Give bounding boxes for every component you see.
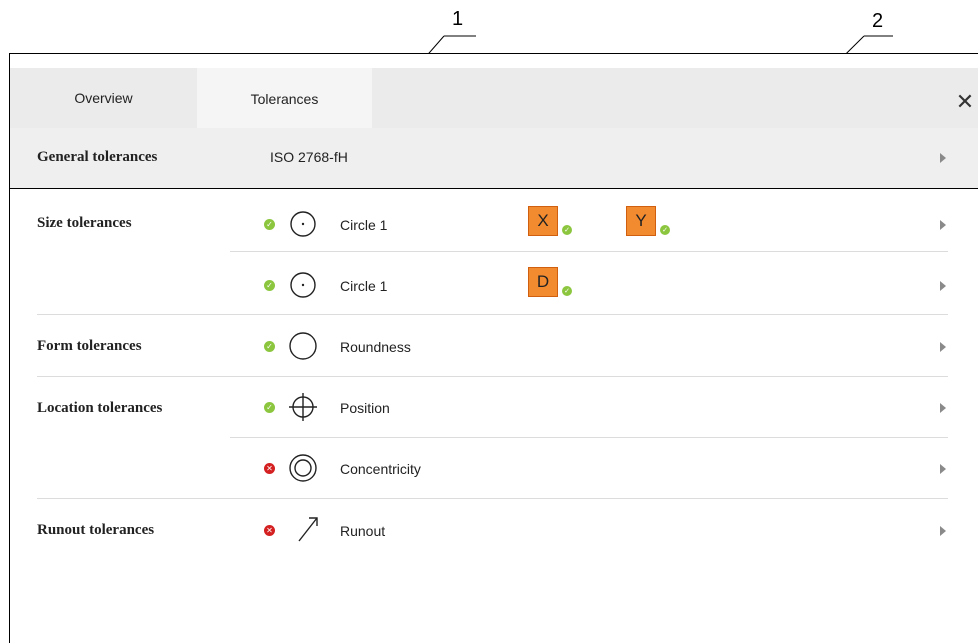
callout-1: 1 bbox=[452, 8, 464, 30]
circle-center-icon bbox=[290, 272, 316, 298]
tab-overview[interactable]: Overview bbox=[10, 68, 197, 128]
feature-name: Roundness bbox=[340, 339, 411, 355]
status-ok-icon: ✓ bbox=[264, 341, 275, 352]
concentricity-icon bbox=[289, 454, 317, 482]
size-tolerance-row-1[interactable]: Size tolerances ✓ Circle 1 X ✓ Y ✓ bbox=[10, 189, 978, 251]
runout-tolerance-row[interactable]: Runout tolerances ✕ Runout bbox=[10, 499, 978, 561]
chevron-right-icon bbox=[940, 342, 946, 352]
form-tolerances-label: Form tolerances bbox=[37, 338, 142, 354]
status-ok-icon: ✓ bbox=[562, 286, 572, 296]
chevron-right-icon bbox=[940, 464, 946, 474]
general-tolerances-label: General tolerances bbox=[37, 149, 158, 165]
location-tolerances-label: Location tolerances bbox=[37, 400, 163, 416]
status-ok-icon: ✓ bbox=[562, 225, 572, 235]
chevron-right-icon bbox=[940, 403, 946, 413]
feature-name: Runout bbox=[340, 523, 386, 539]
close-icon[interactable]: ✕ bbox=[953, 89, 977, 114]
status-error-icon: ✕ bbox=[264, 525, 275, 536]
tolerances-panel: Overview Tolerances ✕ General tolerances… bbox=[9, 53, 978, 643]
general-tolerances-row[interactable]: General tolerances ISO 2768-fH bbox=[10, 128, 978, 189]
position-icon bbox=[289, 393, 317, 421]
circle-center-icon bbox=[290, 211, 316, 237]
feature-name: Position bbox=[340, 400, 390, 416]
tab-bar: Overview Tolerances ✕ bbox=[10, 68, 978, 130]
chevron-right-icon bbox=[940, 153, 946, 163]
size-tolerances-label: Size tolerances bbox=[37, 215, 132, 231]
feature-name: Concentricity bbox=[340, 461, 421, 477]
status-ok-icon: ✓ bbox=[264, 402, 275, 413]
chevron-right-icon bbox=[940, 220, 946, 230]
chevron-right-icon bbox=[940, 281, 946, 291]
status-ok-icon: ✓ bbox=[264, 219, 275, 230]
feature-name: Circle 1 bbox=[340, 217, 388, 233]
location-tolerance-row-1[interactable]: Location tolerances ✓ Position bbox=[10, 377, 978, 437]
feature-name: Circle 1 bbox=[340, 278, 388, 294]
status-ok-icon: ✓ bbox=[660, 225, 670, 235]
form-tolerance-row[interactable]: Form tolerances ✓ Roundness bbox=[10, 315, 978, 377]
roundness-icon bbox=[289, 332, 317, 360]
axis-x-badge: X bbox=[528, 206, 558, 236]
location-tolerance-row-2[interactable]: ✕ Concentricity bbox=[10, 438, 978, 498]
status-error-icon: ✕ bbox=[264, 463, 275, 474]
size-tolerance-row-2[interactable]: ✓ Circle 1 D ✓ bbox=[10, 252, 978, 314]
chevron-right-icon bbox=[940, 526, 946, 536]
axis-d-badge: D bbox=[528, 267, 558, 297]
runout-icon bbox=[298, 517, 318, 542]
general-tolerances-value: ISO 2768-fH bbox=[270, 149, 348, 165]
axis-y-badge: Y bbox=[626, 206, 656, 236]
status-ok-icon: ✓ bbox=[264, 280, 275, 291]
runout-tolerances-label: Runout tolerances bbox=[37, 522, 155, 538]
tab-tolerances[interactable]: Tolerances bbox=[197, 68, 372, 130]
callout-2: 2 bbox=[872, 10, 884, 32]
